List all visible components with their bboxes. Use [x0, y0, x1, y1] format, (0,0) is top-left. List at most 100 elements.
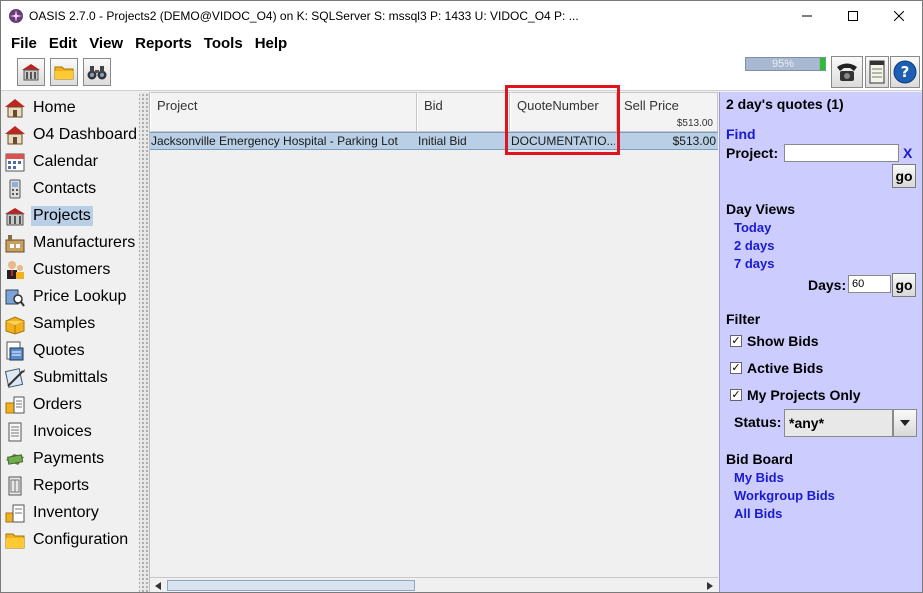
nav-item-projects[interactable]: Projects	[3, 203, 93, 229]
svg-text:?: ?	[901, 63, 910, 81]
oasis-logo-icon	[9, 9, 23, 23]
inventory-icon	[3, 501, 27, 525]
minimize-button[interactable]	[784, 1, 830, 31]
nav-item-customers[interactable]: Customers	[3, 257, 112, 283]
show-bids-label: Show Bids	[747, 333, 819, 349]
nav-item-configuration[interactable]: Configuration	[3, 527, 130, 553]
people-icon	[3, 258, 27, 282]
nav-item-price-lookup[interactable]: Price Lookup	[3, 284, 128, 310]
nav-item-invoices[interactable]: Invoices	[3, 419, 94, 445]
telephone-icon	[837, 63, 857, 81]
close-icon	[894, 11, 904, 21]
active-bids-checkbox[interactable]: ✓	[730, 362, 742, 374]
payment-icon	[3, 447, 27, 471]
nav-item-calendar[interactable]: Calendar	[3, 149, 100, 175]
table-row[interactable]: Jacksonville Emergency Hospital - Parkin…	[150, 132, 718, 150]
magnifier-icon	[3, 285, 27, 309]
my-projects-only-checkbox[interactable]: ✓	[730, 389, 742, 401]
maximize-button[interactable]	[830, 1, 876, 31]
menu-bar: File Edit View Reports Tools Help	[1, 31, 922, 55]
progress-indicator	[820, 58, 825, 70]
status-label: Status:	[734, 414, 782, 430]
menu-view[interactable]: View	[83, 35, 129, 52]
invoice-icon	[3, 420, 27, 444]
notepad-icon	[869, 60, 885, 84]
nav-item-inventory[interactable]: Inventory	[3, 500, 101, 526]
cell-bid: Initial Bid	[418, 134, 467, 148]
scrollbar-thumb[interactable]	[167, 580, 415, 591]
nav-item-samples[interactable]: Samples	[3, 311, 97, 337]
building-icon	[3, 204, 27, 228]
arrow-left-icon	[155, 581, 161, 590]
days-label: Days:	[808, 277, 847, 293]
column-header-project[interactable]: Project	[150, 92, 417, 132]
active-bids-label: Active Bids	[747, 360, 824, 376]
project-go-button[interactable]: go	[892, 164, 916, 188]
project-label: Project:	[726, 145, 779, 161]
quote-number-highlight	[505, 85, 620, 155]
toolbar: 95% ?	[1, 55, 922, 91]
nav-item-orders[interactable]: Orders	[3, 392, 84, 418]
day-view-7-days-link[interactable]: 7 days	[734, 256, 774, 271]
submittal-icon	[3, 366, 27, 390]
box-icon	[3, 312, 27, 336]
clear-project-button[interactable]: X	[903, 145, 912, 161]
my-bids-link[interactable]: My Bids	[734, 470, 784, 485]
nav-item-submittals[interactable]: Submittals	[3, 365, 110, 391]
days-go-button[interactable]: go	[892, 273, 916, 297]
orders-icon	[3, 393, 27, 417]
status-select[interactable]: *any*	[784, 409, 893, 437]
status-dropdown-button[interactable]	[893, 409, 917, 437]
navigation-sidebar: Home O4 Dashboard Calendar Contacts Proj…	[1, 92, 139, 592]
phone-icon	[3, 177, 27, 201]
show-bids-checkbox[interactable]: ✓	[730, 335, 742, 347]
building-icon	[22, 64, 40, 81]
menu-edit[interactable]: Edit	[43, 35, 83, 52]
day-views-label: Day Views	[726, 201, 796, 217]
day-view-2-days-link[interactable]: 2 days	[734, 238, 774, 253]
menu-file[interactable]: File	[5, 35, 43, 52]
app-window: OASIS 2.7.0 - Projects2 (DEMO@VIDOC_O4) …	[0, 0, 923, 593]
close-button[interactable]	[876, 1, 922, 31]
menu-tools[interactable]: Tools	[198, 35, 249, 52]
nav-item-contacts[interactable]: Contacts	[3, 176, 98, 202]
find-label: Find	[726, 126, 756, 142]
house-icon	[3, 123, 27, 147]
project-search-input[interactable]	[784, 144, 899, 162]
column-header-bid[interactable]: Bid	[417, 92, 510, 132]
folder-icon	[3, 528, 27, 552]
binoculars-icon	[87, 66, 107, 80]
menu-help[interactable]: Help	[249, 35, 294, 52]
help-icon: ?	[893, 60, 917, 84]
sidebar-splitter[interactable]	[139, 92, 149, 592]
help-toolbar-button[interactable]: ?	[890, 56, 920, 88]
nav-item-payments[interactable]: Payments	[3, 446, 106, 472]
notes-toolbar-button[interactable]	[865, 56, 889, 88]
days-input[interactable]	[848, 275, 891, 293]
horizontal-scrollbar[interactable]	[150, 577, 718, 592]
column-header-sell-price[interactable]: Sell Price $513.00	[617, 92, 718, 132]
scroll-left-button[interactable]	[151, 579, 165, 592]
scroll-right-button[interactable]	[703, 579, 717, 592]
menu-reports[interactable]: Reports	[129, 35, 198, 52]
all-bids-link[interactable]: All Bids	[734, 506, 782, 521]
arrow-right-icon	[707, 581, 713, 590]
open-folder-toolbar-button[interactable]	[50, 58, 78, 86]
nav-item-manufacturers[interactable]: Manufacturers	[3, 230, 137, 256]
projects-table: Project Bid QuoteNumber Sell Price $513.…	[149, 92, 719, 592]
telephone-toolbar-button[interactable]	[831, 56, 863, 88]
my-projects-only-label: My Projects Only	[747, 387, 861, 403]
nav-item-home[interactable]: Home	[3, 95, 78, 121]
nav-item-reports[interactable]: Reports	[3, 473, 91, 499]
find-toolbar-button[interactable]	[83, 58, 111, 86]
sell-price-total: $513.00	[676, 118, 713, 129]
window-title: OASIS 2.7.0 - Projects2 (DEMO@VIDOC_O4) …	[29, 9, 579, 23]
nav-item-o4-dashboard[interactable]: O4 Dashboard	[3, 122, 139, 148]
day-view-today-link[interactable]: Today	[734, 220, 771, 235]
nav-item-quotes[interactable]: Quotes	[3, 338, 87, 364]
quick-search-panel: 2 day's quotes (1) Find Project: X go Da…	[719, 92, 922, 592]
factory-icon	[3, 231, 27, 255]
projects-toolbar-button[interactable]	[17, 58, 45, 86]
report-icon	[3, 474, 27, 498]
workgroup-bids-link[interactable]: Workgroup Bids	[734, 488, 835, 503]
